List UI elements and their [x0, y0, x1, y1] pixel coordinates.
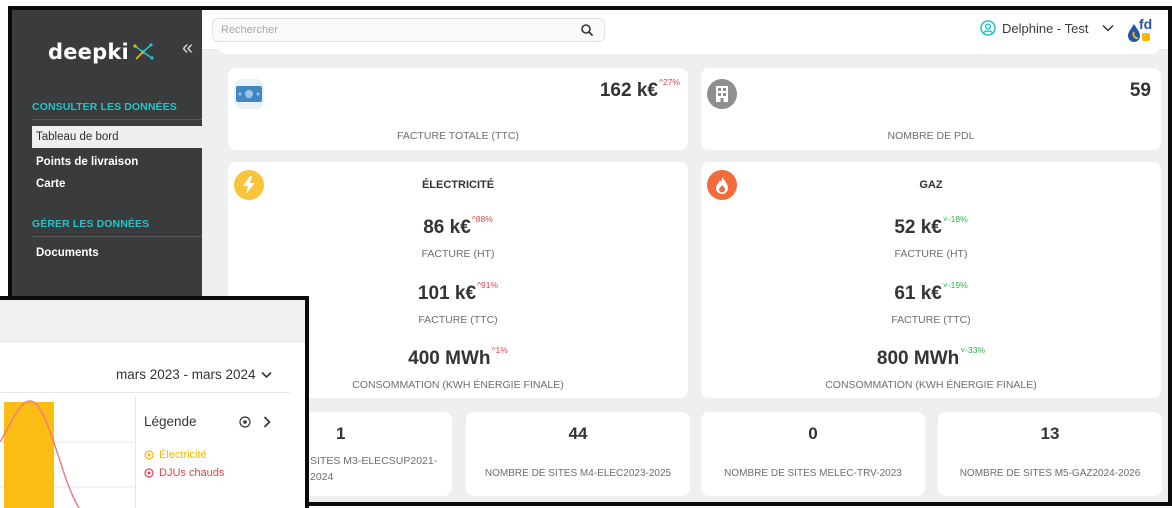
section-card — [218, 44, 1160, 54]
sites-count-caption: NOMBRE DE SITES M5-GAZ2024-2026 — [959, 468, 1141, 479]
legend-item-label: Électricité — [159, 449, 207, 461]
legend-title: Légende — [144, 414, 197, 429]
pdl-count-card: 59 NOMBRE DE PDL — [701, 68, 1161, 150]
section-header-manage: GÉRER LES DONNÉES — [32, 218, 150, 230]
chart-panel: mars 2023 - mars 2024 Légende Électricit… — [0, 296, 309, 508]
sites-count-value: 44 — [568, 424, 588, 443]
gas-consumption-caption: CONSOMMATION (KWH ÉNERGIE FINALE) — [825, 379, 1037, 391]
gas-ttc-caption: FACTURE (TTC) — [891, 314, 971, 326]
legend-marker-icon — [144, 468, 154, 478]
gas-title: GAZ — [919, 179, 943, 191]
electricity-ht-delta: ^88% — [471, 214, 493, 224]
pdl-count-caption: NOMBRE DE PDL — [887, 130, 975, 142]
gas-ht-delta: ˅-18% — [942, 214, 968, 224]
legend-marker-icon — [144, 450, 154, 460]
sidebar-item-documents[interactable]: Documents — [32, 242, 202, 264]
sites-count-caption: NOMBRE DE SITES M4-ELEC2023-2025 — [484, 468, 672, 479]
sites-count-value: 0 — [808, 424, 818, 443]
electricity-ttc-delta: ^91% — [477, 280, 499, 290]
legend-item-label: DJUs chauds — [159, 467, 225, 479]
gas-ht-value: 52 k€˅-18% — [701, 214, 1161, 239]
sidebar-item-delivery-points[interactable]: Points de livraison — [32, 151, 202, 173]
gas-consumption-amount: 800 MWh — [876, 348, 960, 369]
total-bill-delta: ^27% — [658, 77, 680, 87]
sites-count-card: 0 NOMBRE DE SITES MELEC-TRV-2023 — [701, 412, 925, 496]
gas-consumption-delta: ˅-33% — [960, 345, 986, 355]
sites-count-caption: NOMBRE DE SITES MELEC-TRV-2023 — [724, 468, 902, 479]
building-icon — [707, 79, 737, 109]
electricity-ttc-amount: 101 k€ — [417, 283, 477, 304]
sites-count-card: 44 NOMBRE DE SITES M4-ELEC2023-2025 — [466, 412, 690, 496]
banknote-icon — [234, 79, 264, 109]
search-input[interactable] — [213, 19, 553, 41]
electricity-ht-value: 86 k€^88% — [228, 214, 688, 239]
electricity-ht-caption: FACTURE (HT) — [421, 248, 495, 260]
sites-count-caption: SITES M3-ELECSUP2021- 2024 — [310, 453, 450, 485]
gas-consumption-value: 800 MWh˅-33% — [701, 345, 1161, 370]
period-label: mars 2023 - mars 2024 — [116, 367, 256, 382]
legend-item-electricity[interactable]: Électricité — [144, 449, 207, 461]
total-bill-card: 162 k€^27% FACTURE TOTALE (TTC) — [228, 68, 688, 150]
sidebar-item-map[interactable]: Carte — [32, 173, 202, 195]
electricity-ht-amount: 86 k€ — [423, 217, 471, 238]
target-icon[interactable] — [239, 416, 251, 428]
divider — [32, 236, 202, 237]
divider — [32, 119, 202, 120]
chevron-right-icon[interactable] — [263, 416, 271, 428]
sites-count-value: 1 — [336, 424, 346, 443]
consumption-chart — [0, 400, 136, 508]
electricity-consumption-amount: 400 MWh — [408, 348, 491, 369]
gas-ttc-amount: 61 k€ — [894, 283, 942, 304]
gas-ht-caption: FACTURE (HT) — [894, 248, 968, 260]
sites-count-card: 13 NOMBRE DE SITES M5-GAZ2024-2026 — [938, 412, 1162, 496]
gas-ttc-value: 61 k€˅-19% — [701, 280, 1161, 305]
search-box — [212, 18, 605, 42]
section-header-consult: CONSULTER LES DONNÉES — [32, 101, 177, 113]
chevron-down-icon — [260, 371, 272, 378]
user-circle-icon — [980, 20, 996, 36]
user-name: Delphine - Test — [1002, 20, 1089, 36]
search-icon[interactable] — [580, 23, 594, 37]
divider — [0, 392, 290, 393]
total-bill-value: 162 k€^27% — [599, 77, 680, 102]
client-logo-badge — [1142, 33, 1150, 41]
client-logo: fd — [1128, 16, 1158, 44]
pdl-count-value: 59 — [1129, 80, 1151, 101]
sites-count-value: 13 — [1040, 424, 1060, 443]
logo-sparkle-icon — [133, 43, 154, 60]
period-selector[interactable]: mars 2023 - mars 2024 — [116, 367, 272, 382]
total-bill-amount: 162 k€ — [599, 80, 658, 101]
deepki-logo[interactable]: deepki — [48, 40, 154, 64]
chevron-down-icon — [1102, 24, 1115, 32]
sites-count-caption-line1: SITES M3-ELECSUP2021- — [310, 455, 438, 467]
electricity-bar[interactable] — [4, 402, 54, 508]
divider — [135, 397, 136, 508]
client-logo-text: fd — [1139, 16, 1153, 32]
electricity-consumption-delta: ^1% — [491, 345, 508, 355]
total-bill-caption: FACTURE TOTALE (TTC) — [397, 130, 519, 142]
electricity-title: ÉLECTRICITÉ — [421, 179, 495, 191]
legend-item-dju[interactable]: DJUs chauds — [144, 467, 224, 479]
collapse-sidebar-button[interactable]: « — [182, 38, 193, 58]
logo-text: deepki — [48, 40, 129, 64]
gas-ht-amount: 52 k€ — [894, 217, 942, 238]
sidebar-item-dashboard[interactable]: Tableau de bord — [32, 126, 202, 148]
gas-ttc-delta: ˅-19% — [942, 280, 968, 290]
sites-count-caption-line2: 2024 — [310, 471, 334, 483]
gas-card: GAZ 52 k€˅-18% FACTURE (HT) 61 k€˅-19% F… — [701, 162, 1161, 398]
chart-panel-header — [0, 300, 305, 342]
user-menu[interactable]: Delphine - Test — [980, 20, 1115, 36]
